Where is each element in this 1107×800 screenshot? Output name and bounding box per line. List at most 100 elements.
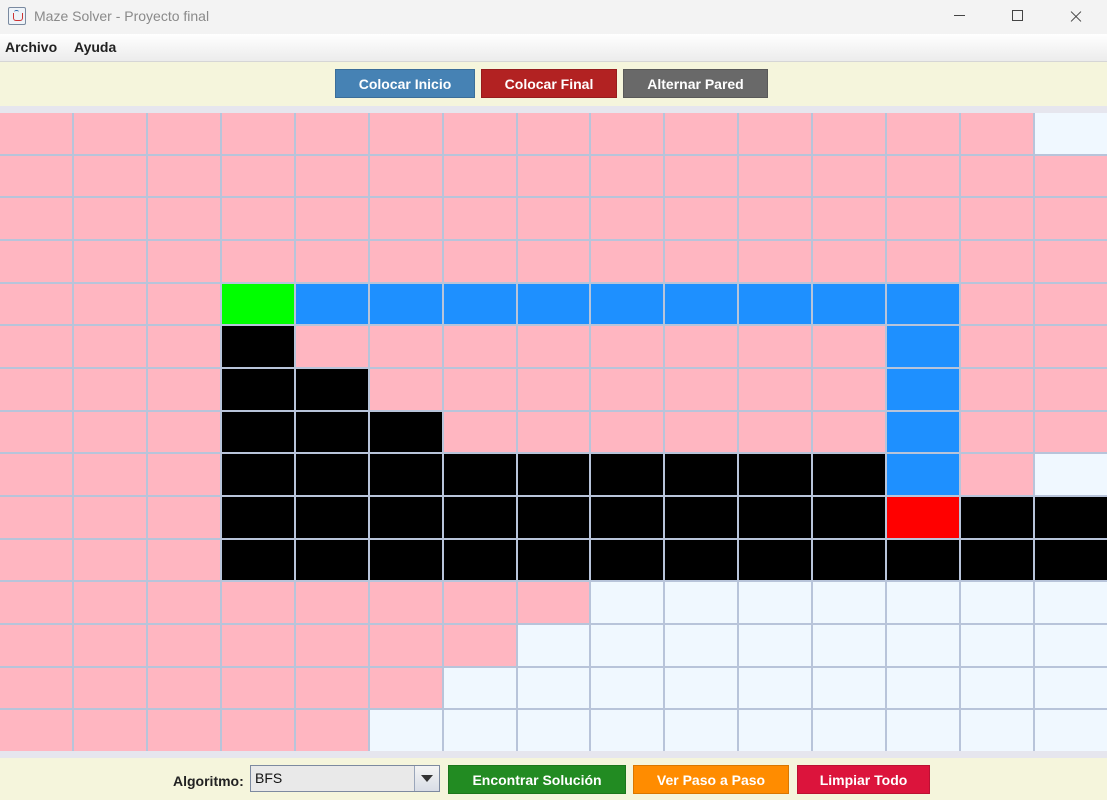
maze-cell-explored[interactable]: [739, 326, 812, 367]
maze-grid[interactable]: [0, 113, 1107, 751]
maze-cell-wall[interactable]: [739, 497, 812, 538]
maze-cell-wall[interactable]: [221, 497, 294, 538]
maximize-icon[interactable]: [994, 0, 1040, 32]
maze-cell-explored[interactable]: [73, 113, 146, 154]
maze-cell-wall[interactable]: [221, 411, 294, 453]
maze-cell-empty[interactable]: [517, 667, 590, 709]
maze-cell-explored[interactable]: [887, 113, 960, 154]
maze-cell-empty[interactable]: [1035, 625, 1107, 666]
maze-cell-explored[interactable]: [147, 411, 220, 453]
maze-cell-explored[interactable]: [147, 582, 220, 623]
maze-cell-empty[interactable]: [739, 582, 812, 623]
maze-cell-explored[interactable]: [813, 198, 886, 239]
maze-cell-explored[interactable]: [221, 241, 294, 282]
maze-cell-explored[interactable]: [369, 198, 442, 239]
maze-cell-wall[interactable]: [369, 539, 442, 581]
maze-cell-path[interactable]: [887, 283, 960, 325]
maze-cell-explored[interactable]: [517, 326, 590, 367]
maze-cell-explored[interactable]: [147, 283, 220, 325]
maze-cell-explored[interactable]: [147, 497, 220, 538]
maze-cell-explored[interactable]: [517, 113, 590, 154]
maze-cell-explored[interactable]: [665, 155, 738, 197]
maze-cell-explored[interactable]: [221, 710, 294, 751]
maze-cell-wall[interactable]: [961, 497, 1034, 538]
maze-cell-empty[interactable]: [1035, 113, 1107, 154]
maze-cell-explored[interactable]: [0, 198, 72, 239]
maze-cell-explored[interactable]: [147, 113, 220, 154]
maze-cell-explored[interactable]: [813, 369, 886, 410]
maze-cell-explored[interactable]: [665, 241, 738, 282]
maze-cell-explored[interactable]: [961, 411, 1034, 453]
maze-cell-wall[interactable]: [887, 539, 960, 581]
maze-cell-explored[interactable]: [221, 582, 294, 623]
maze-cell-wall[interactable]: [221, 539, 294, 581]
maze-cell-explored[interactable]: [517, 582, 590, 623]
maze-cell-explored[interactable]: [961, 326, 1034, 367]
maze-cell-explored[interactable]: [369, 113, 442, 154]
maze-cell-explored[interactable]: [443, 326, 516, 367]
maze-cell-explored[interactable]: [665, 113, 738, 154]
maze-cell-explored[interactable]: [961, 113, 1034, 154]
maze-cell-empty[interactable]: [813, 667, 886, 709]
chevron-down-icon[interactable]: [414, 766, 439, 791]
maze-cell-explored[interactable]: [961, 369, 1034, 410]
maze-cell-explored[interactable]: [73, 369, 146, 410]
maze-cell-wall[interactable]: [443, 497, 516, 538]
maze-cell-explored[interactable]: [813, 411, 886, 453]
maze-cell-empty[interactable]: [739, 710, 812, 751]
maze-cell-explored[interactable]: [73, 539, 146, 581]
maze-cell-explored[interactable]: [517, 369, 590, 410]
maze-cell-explored[interactable]: [147, 198, 220, 239]
maze-cell-empty[interactable]: [591, 667, 664, 709]
menu-ayuda[interactable]: Ayuda: [74, 39, 116, 55]
maze-cell-explored[interactable]: [0, 497, 72, 538]
step-by-step-button[interactable]: Ver Paso a Paso: [633, 765, 789, 794]
maze-cell-wall[interactable]: [517, 497, 590, 538]
maze-cell-empty[interactable]: [887, 710, 960, 751]
maze-cell-explored[interactable]: [961, 283, 1034, 325]
maze-cell-explored[interactable]: [295, 198, 368, 239]
maze-cell-wall[interactable]: [961, 539, 1034, 581]
maze-cell-empty[interactable]: [443, 667, 516, 709]
maze-cell-explored[interactable]: [73, 283, 146, 325]
maze-cell-explored[interactable]: [221, 625, 294, 666]
maze-cell-explored[interactable]: [369, 369, 442, 410]
maze-cell-explored[interactable]: [739, 113, 812, 154]
maze-cell-wall[interactable]: [517, 454, 590, 495]
maze-cell-explored[interactable]: [295, 155, 368, 197]
maze-cell-empty[interactable]: [443, 710, 516, 751]
maze-cell-start[interactable]: [221, 283, 294, 325]
maze-cell-empty[interactable]: [813, 582, 886, 623]
maze-cell-empty[interactable]: [591, 710, 664, 751]
maze-cell-explored[interactable]: [369, 667, 442, 709]
maze-cell-empty[interactable]: [1035, 582, 1107, 623]
maze-cell-path[interactable]: [887, 454, 960, 495]
maze-cell-explored[interactable]: [517, 198, 590, 239]
maze-cell-explored[interactable]: [739, 411, 812, 453]
maze-cell-wall[interactable]: [591, 497, 664, 538]
maze-cell-explored[interactable]: [295, 625, 368, 666]
maze-cell-explored[interactable]: [591, 155, 664, 197]
maze-cell-wall[interactable]: [665, 539, 738, 581]
maze-cell-empty[interactable]: [961, 625, 1034, 666]
maze-cell-path[interactable]: [517, 283, 590, 325]
maze-cell-explored[interactable]: [813, 113, 886, 154]
maze-cell-wall[interactable]: [591, 539, 664, 581]
place-end-button[interactable]: Colocar Final: [481, 69, 617, 98]
maze-cell-explored[interactable]: [443, 113, 516, 154]
maze-cell-explored[interactable]: [591, 198, 664, 239]
maze-cell-empty[interactable]: [961, 582, 1034, 623]
maze-cell-explored[interactable]: [221, 155, 294, 197]
maze-cell-explored[interactable]: [591, 411, 664, 453]
maze-cell-path[interactable]: [887, 369, 960, 410]
maze-cell-explored[interactable]: [887, 241, 960, 282]
maze-cell-explored[interactable]: [887, 198, 960, 239]
maze-cell-explored[interactable]: [73, 155, 146, 197]
maze-cell-empty[interactable]: [887, 625, 960, 666]
menu-archivo[interactable]: Archivo: [5, 39, 57, 55]
maze-cell-explored[interactable]: [1035, 283, 1107, 325]
maze-cell-explored[interactable]: [369, 155, 442, 197]
maze-cell-wall[interactable]: [221, 454, 294, 495]
maze-cell-explored[interactable]: [1035, 241, 1107, 282]
maze-cell-explored[interactable]: [665, 326, 738, 367]
